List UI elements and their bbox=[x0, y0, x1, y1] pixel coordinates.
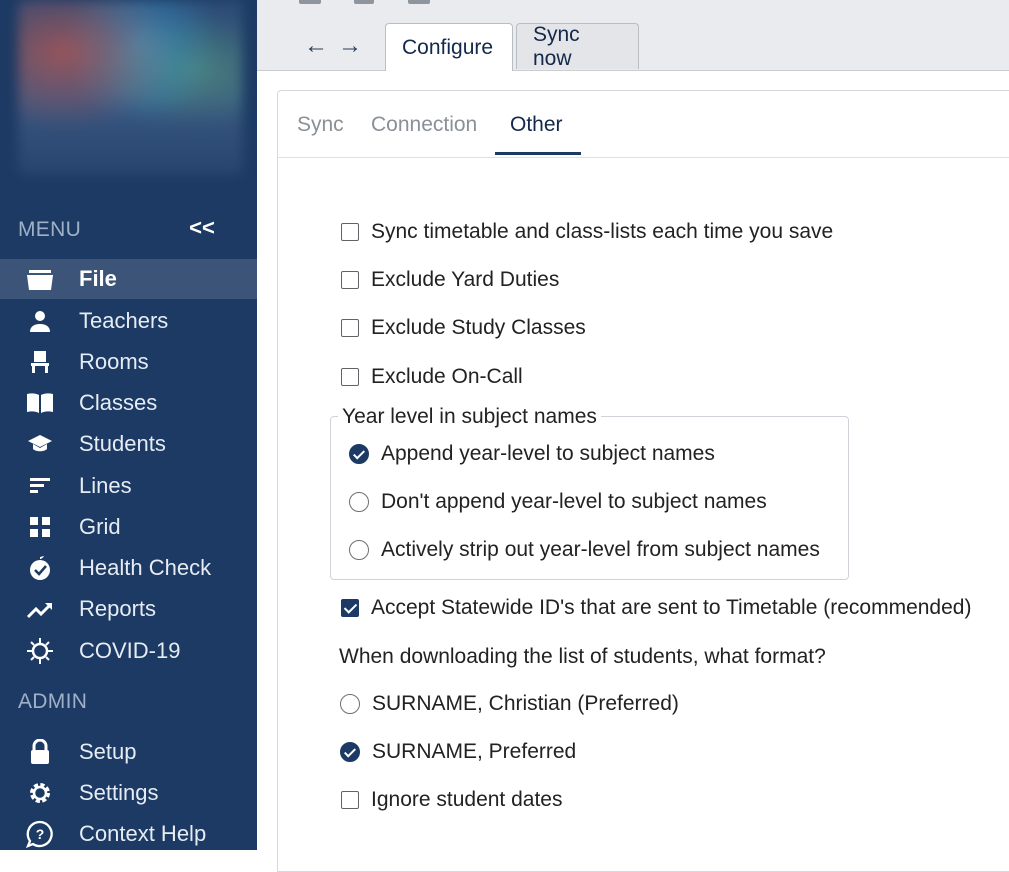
option-label: SURNAME, Christian (Preferred) bbox=[372, 692, 679, 715]
collapse-menu-button[interactable]: << bbox=[188, 216, 216, 240]
sidebar-item-reports[interactable]: Reports bbox=[0, 589, 257, 629]
sidebar: MENU << File Teachers Rooms Classes Stud… bbox=[0, 0, 257, 850]
strip-year-level-radio[interactable] bbox=[349, 540, 369, 560]
tab-label: Sync now bbox=[533, 22, 580, 70]
exclude-yard-duties-checkbox[interactable] bbox=[341, 271, 359, 289]
option-label: Ignore student dates bbox=[371, 788, 563, 811]
option-exclude-yard-duties[interactable]: Exclude Yard Duties bbox=[341, 268, 559, 292]
sidebar-item-label: Health Check bbox=[79, 555, 212, 580]
folder-icon bbox=[26, 265, 54, 293]
sidebar-item-setup[interactable]: Setup bbox=[0, 732, 257, 772]
gear-icon bbox=[26, 779, 54, 807]
sidebar-item-label: Students bbox=[79, 431, 166, 456]
option-label: Don't append year-level to subject names bbox=[381, 490, 767, 513]
sidebar-item-label: Lines bbox=[79, 473, 132, 498]
ignore-student-dates-checkbox[interactable] bbox=[341, 791, 359, 809]
option-label: Sync timetable and class-lists each time… bbox=[371, 220, 834, 243]
sidebar-item-label: Context Help bbox=[79, 821, 207, 846]
subtab-other[interactable]: Other bbox=[510, 113, 563, 137]
sidebar-item-grid[interactable]: Grid bbox=[0, 507, 257, 547]
sidebar-item-lines[interactable]: Lines bbox=[0, 466, 257, 506]
graduation-cap-icon bbox=[26, 430, 54, 458]
sidebar-item-label: Classes bbox=[79, 390, 158, 415]
sidebar-item-label: Rooms bbox=[79, 349, 149, 374]
option-label: Append year-level to subject names bbox=[381, 442, 715, 465]
document-icon[interactable] bbox=[354, 0, 374, 4]
book-icon bbox=[26, 389, 54, 417]
forward-button[interactable]: → bbox=[338, 32, 362, 60]
svg-text:?: ? bbox=[36, 826, 45, 842]
subtab-bar: Sync Connection Other bbox=[278, 91, 1009, 158]
exclude-on-call-checkbox[interactable] bbox=[341, 368, 359, 386]
active-subtab-indicator bbox=[495, 152, 581, 155]
person-icon bbox=[26, 307, 54, 335]
subtab-connection[interactable]: Connection bbox=[371, 113, 477, 137]
sidebar-item-teachers[interactable]: Teachers bbox=[0, 301, 257, 341]
radio-dont-append-year-level[interactable]: Don't append year-level to subject names bbox=[349, 490, 767, 514]
chair-icon bbox=[26, 348, 54, 376]
exclude-study-classes-checkbox[interactable] bbox=[341, 319, 359, 337]
option-label: Exclude On-Call bbox=[371, 365, 523, 388]
option-label: SURNAME, Preferred bbox=[372, 740, 577, 763]
menu-icon[interactable] bbox=[299, 0, 321, 4]
radio-append-year-level[interactable]: Append year-level to subject names bbox=[349, 442, 715, 466]
lock-icon bbox=[26, 738, 54, 766]
option-exclude-on-call[interactable]: Exclude On-Call bbox=[341, 365, 523, 389]
format-preferred-radio[interactable] bbox=[340, 742, 360, 762]
tab-sync-now[interactable]: Sync now bbox=[516, 22, 639, 70]
option-label: Actively strip out year-level from subje… bbox=[381, 538, 820, 561]
sidebar-item-covid-19[interactable]: COVID-19 bbox=[0, 631, 257, 671]
school-logo bbox=[18, 0, 243, 175]
sync-each-save-checkbox[interactable] bbox=[341, 223, 359, 241]
sidebar-item-file[interactable]: File bbox=[0, 259, 257, 299]
subtab-sync[interactable]: Sync bbox=[297, 113, 344, 137]
sidebar-item-health-check[interactable]: Health Check bbox=[0, 548, 257, 588]
tab-label: Configure bbox=[402, 35, 494, 59]
radio-strip-year-level[interactable]: Actively strip out year-level from subje… bbox=[349, 538, 820, 562]
virus-icon bbox=[26, 637, 54, 665]
tab-configure[interactable]: Configure bbox=[385, 23, 513, 71]
calendar-icon[interactable] bbox=[408, 0, 430, 4]
sidebar-item-settings[interactable]: Settings bbox=[0, 773, 257, 813]
admin-section-title: ADMIN bbox=[18, 690, 88, 713]
option-exclude-study-classes[interactable]: Exclude Study Classes bbox=[341, 316, 586, 340]
lines-icon bbox=[26, 472, 54, 500]
radio-format-christian-preferred[interactable]: SURNAME, Christian (Preferred) bbox=[340, 692, 679, 716]
apple-check-icon bbox=[26, 554, 54, 582]
year-level-legend: Year level in subject names bbox=[338, 405, 601, 429]
format-question-label: When downloading the list of students, w… bbox=[339, 645, 826, 668]
accept-statewide-ids-checkbox[interactable] bbox=[341, 599, 359, 617]
dont-append-year-level-radio[interactable] bbox=[349, 492, 369, 512]
menu-section-title: MENU bbox=[18, 218, 82, 241]
sidebar-item-label: Setup bbox=[79, 739, 137, 764]
sidebar-item-students[interactable]: Students bbox=[0, 424, 257, 464]
option-label: Exclude Yard Duties bbox=[371, 268, 560, 291]
sidebar-item-label: COVID-19 bbox=[79, 638, 181, 663]
sidebar-item-classes[interactable]: Classes bbox=[0, 383, 257, 423]
option-label: Accept Statewide ID's that are sent to T… bbox=[371, 596, 972, 619]
grid-icon bbox=[26, 513, 54, 541]
sidebar-item-label: Settings bbox=[79, 780, 159, 805]
sidebar-item-context-help[interactable]: ? Context Help bbox=[0, 814, 257, 854]
option-label: Exclude Study Classes bbox=[371, 316, 586, 339]
sidebar-item-label: Reports bbox=[79, 596, 157, 621]
sidebar-item-label: Grid bbox=[79, 514, 121, 539]
back-button[interactable]: ← bbox=[304, 32, 328, 60]
append-year-level-radio[interactable] bbox=[349, 444, 369, 464]
trending-up-icon bbox=[26, 595, 54, 623]
sidebar-item-label: Teachers bbox=[79, 308, 169, 333]
option-sync-each-save[interactable]: Sync timetable and class-lists each time… bbox=[341, 220, 833, 244]
option-ignore-student-dates[interactable]: Ignore student dates bbox=[341, 788, 562, 812]
radio-format-preferred[interactable]: SURNAME, Preferred bbox=[340, 740, 576, 764]
help-bubble-icon: ? bbox=[26, 820, 54, 848]
option-accept-statewide-ids[interactable]: Accept Statewide ID's that are sent to T… bbox=[341, 596, 971, 620]
sidebar-item-label: File bbox=[79, 266, 117, 291]
format-christian-preferred-radio[interactable] bbox=[340, 694, 360, 714]
sidebar-item-rooms[interactable]: Rooms bbox=[0, 342, 257, 382]
